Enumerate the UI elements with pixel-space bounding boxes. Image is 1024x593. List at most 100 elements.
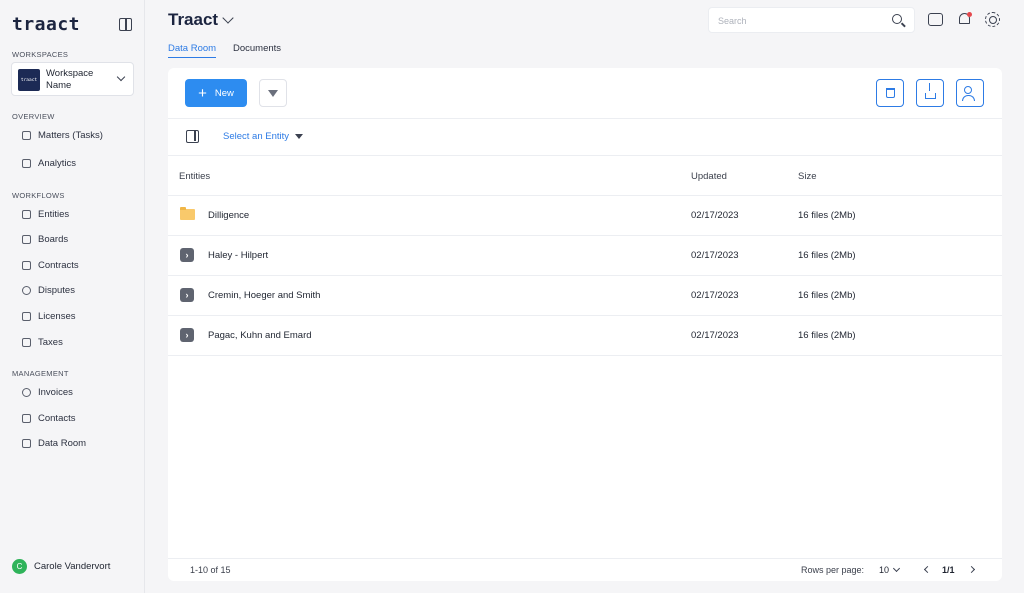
sidebar-item-disputes[interactable]: Disputes <box>22 282 75 298</box>
list-icon <box>22 130 31 140</box>
new-button[interactable]: + New <box>185 79 247 107</box>
chevron-down-icon <box>116 72 126 82</box>
workspace-logo: traact <box>18 69 40 91</box>
search-box[interactable] <box>708 7 915 33</box>
filter-button[interactable] <box>259 79 287 107</box>
building-icon <box>22 209 31 219</box>
table-row[interactable]: Dilligence 02/17/2023 16 files (2Mb) <box>168 195 1002 235</box>
briefcase-icon <box>22 438 31 448</box>
row-icon-wrap: › <box>180 328 194 342</box>
file-size: 16 files (2Mb) <box>798 290 856 301</box>
rows-per-page-value: 10 <box>879 565 890 575</box>
chevron-right-icon[interactable]: › <box>180 288 194 302</box>
user-profile[interactable]: C Carole Vandervort <box>12 559 110 574</box>
contact-icon <box>22 413 31 423</box>
entity-select[interactable]: Select an Entity <box>223 131 304 142</box>
filter-icon <box>268 89 278 97</box>
dollar-icon <box>22 387 31 397</box>
data-room-panel: + New Select an Entity Entities Updated … <box>168 68 1002 581</box>
table-row[interactable]: › Haley - Hilpert 02/17/2023 16 files (2… <box>168 235 1002 275</box>
sidebar-item-analytics[interactable]: Analytics <box>22 155 76 171</box>
updated-date: 02/17/2023 <box>691 290 739 301</box>
avatar: C <box>12 559 27 574</box>
divider <box>168 355 1002 356</box>
page-title[interactable]: Traact <box>168 10 218 30</box>
workspace-selector[interactable]: traact Workspace Name <box>11 62 134 96</box>
sidebar-item-entities[interactable]: Entities <box>22 206 69 222</box>
chevron-right-icon[interactable] <box>967 565 976 574</box>
share-users-button[interactable] <box>956 79 984 107</box>
sidebar-item-label: Boards <box>38 233 69 245</box>
column-header-updated[interactable]: Updated <box>691 171 727 182</box>
sidebar-item-label: Taxes <box>38 336 63 348</box>
file-size: 16 files (2Mb) <box>798 210 856 221</box>
sidebar-item-invoices[interactable]: Invoices <box>22 384 73 400</box>
page-indicator: 1/1 <box>942 565 955 575</box>
chevron-left-icon[interactable] <box>923 565 932 574</box>
chat-icon[interactable] <box>928 13 943 26</box>
rows-per-page-select[interactable]: 10 <box>879 564 901 575</box>
download-icon <box>924 83 936 99</box>
divider <box>168 155 1002 156</box>
sidebar-item-label: Contacts <box>38 412 76 424</box>
chevron-down-icon <box>892 564 901 573</box>
entity-select-label: Select an Entity <box>223 131 290 142</box>
tab-documents[interactable]: Documents <box>233 43 281 57</box>
search-input[interactable] <box>718 13 878 28</box>
delete-button[interactable] <box>876 79 904 107</box>
users-icon <box>962 86 975 101</box>
chevron-right-icon[interactable]: › <box>180 328 194 342</box>
calendar-icon <box>22 234 31 244</box>
chart-icon <box>22 158 31 168</box>
table-row[interactable]: › Pagac, Kuhn and Emard 02/17/2023 16 fi… <box>168 315 1002 355</box>
sidebar-item-data-room[interactable]: Data Room <box>22 435 86 451</box>
updated-date: 02/17/2023 <box>691 210 739 221</box>
bell-icon[interactable] <box>957 12 973 28</box>
contract-icon <box>22 260 31 270</box>
sidebar-item-contracts[interactable]: Contracts <box>22 257 79 273</box>
pagination-bar: 1-10 of 15 Rows per page: 10 1/1 <box>168 558 1002 581</box>
entity-name: Dilligence <box>208 210 250 221</box>
row-icon-wrap: › <box>180 288 194 302</box>
entity-name: Cremin, Hoeger and Smith <box>208 290 321 301</box>
sidebar-item-label: Analytics <box>38 157 77 169</box>
download-button[interactable] <box>916 79 944 107</box>
tab-data-room[interactable]: Data Room <box>168 43 217 58</box>
chevron-down-icon[interactable] <box>222 12 234 24</box>
updated-date: 02/17/2023 <box>691 250 739 261</box>
sidebar-item-label: Disputes <box>38 284 75 296</box>
chevron-right-icon[interactable]: › <box>180 248 194 262</box>
sidebar-item-label: Contracts <box>38 259 79 271</box>
entity-name: Pagac, Kuhn and Emard <box>208 330 312 341</box>
sidebar-item-licenses[interactable]: Licenses <box>22 308 76 324</box>
sidebar: traact WORKSPACES traact Workspace Name … <box>0 0 145 593</box>
sidebar-item-label: Licenses <box>38 310 76 322</box>
app-logo[interactable]: traact <box>12 14 80 35</box>
notification-dot <box>967 12 972 17</box>
plus-icon: + <box>198 84 207 102</box>
workflows-label: WORKFLOWS <box>12 191 65 200</box>
file-size: 16 files (2Mb) <box>798 330 856 341</box>
sidebar-item-label: Entities <box>38 208 70 220</box>
column-header-size[interactable]: Size <box>798 171 816 182</box>
entity-name: Haley - Hilpert <box>208 250 269 261</box>
sidebar-item-taxes[interactable]: Taxes <box>22 334 63 350</box>
file-size: 16 files (2Mb) <box>798 250 856 261</box>
folder-icon <box>180 207 195 220</box>
sidebar-item-boards[interactable]: Boards <box>22 231 68 247</box>
search-icon[interactable] <box>892 14 902 24</box>
user-name: Carole Vandervort <box>34 561 111 572</box>
trash-icon <box>885 88 895 98</box>
sidebar-item-contacts[interactable]: Contacts <box>22 410 76 426</box>
sidebar-item-matters[interactable]: Matters (Tasks) <box>22 127 103 143</box>
sidebar-item-label: Invoices <box>38 386 73 398</box>
workspaces-label: WORKSPACES <box>12 50 69 59</box>
column-header-entities[interactable]: Entities <box>179 171 210 182</box>
gear-icon[interactable] <box>985 12 1000 27</box>
new-button-label: New <box>214 87 234 99</box>
table-row[interactable]: › Cremin, Hoeger and Smith 02/17/2023 16… <box>168 275 1002 315</box>
globe-icon <box>22 285 31 295</box>
collapse-sidebar-icon[interactable] <box>119 18 132 31</box>
sidebar-toggle-icon[interactable] <box>186 130 199 143</box>
tax-icon <box>22 337 31 347</box>
